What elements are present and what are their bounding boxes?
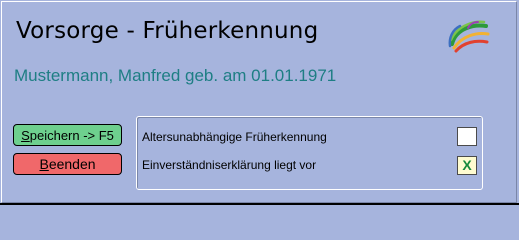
end-button[interactable]: Beenden (13, 153, 122, 175)
patient-info: Mustermann, Manfred geb. am 01.01.1971 (14, 66, 337, 85)
save-button[interactable]: Speichern -> F5 (13, 124, 122, 146)
swoosh-logo-icon (446, 18, 490, 58)
checkbox-mark: X (462, 157, 472, 173)
page-title: Vorsorge - Früherkennung (16, 18, 319, 44)
save-button-label: Speichern -> F5 (21, 127, 114, 143)
checkbox-consent[interactable]: X (457, 156, 477, 175)
options-panel (136, 116, 483, 190)
checkbox-age-independent[interactable] (457, 127, 477, 146)
option-label-age-independent: Altersunabhängige Früherkennung (142, 130, 327, 144)
end-button-label: Beenden (39, 156, 96, 172)
option-label-consent: Einverständniserklärung liegt vor (142, 158, 317, 172)
bottom-border (0, 203, 519, 205)
